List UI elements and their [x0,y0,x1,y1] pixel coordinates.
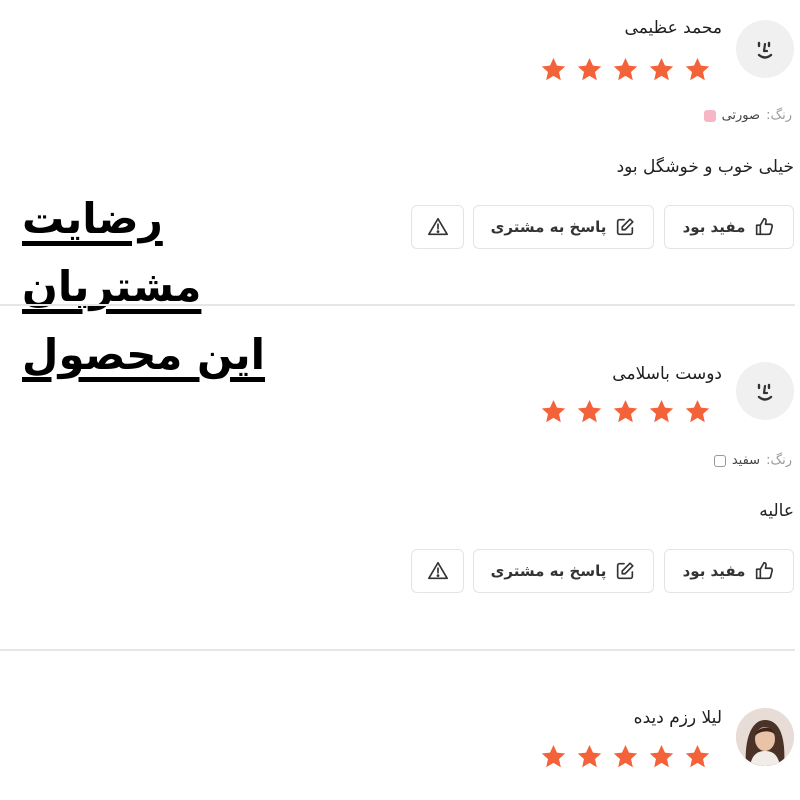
star-icon [685,745,710,768]
star-icon [613,745,638,768]
star-icon [577,745,602,768]
user-photo-icon [736,708,794,766]
reviewer-name: لیلا رزم دیده [633,708,722,728]
avatar-photo [736,708,794,766]
review-3: لیلا رزم دیده [0,0,800,800]
star-icon [649,745,674,768]
star-rating [540,743,711,770]
star-icon [541,745,566,768]
